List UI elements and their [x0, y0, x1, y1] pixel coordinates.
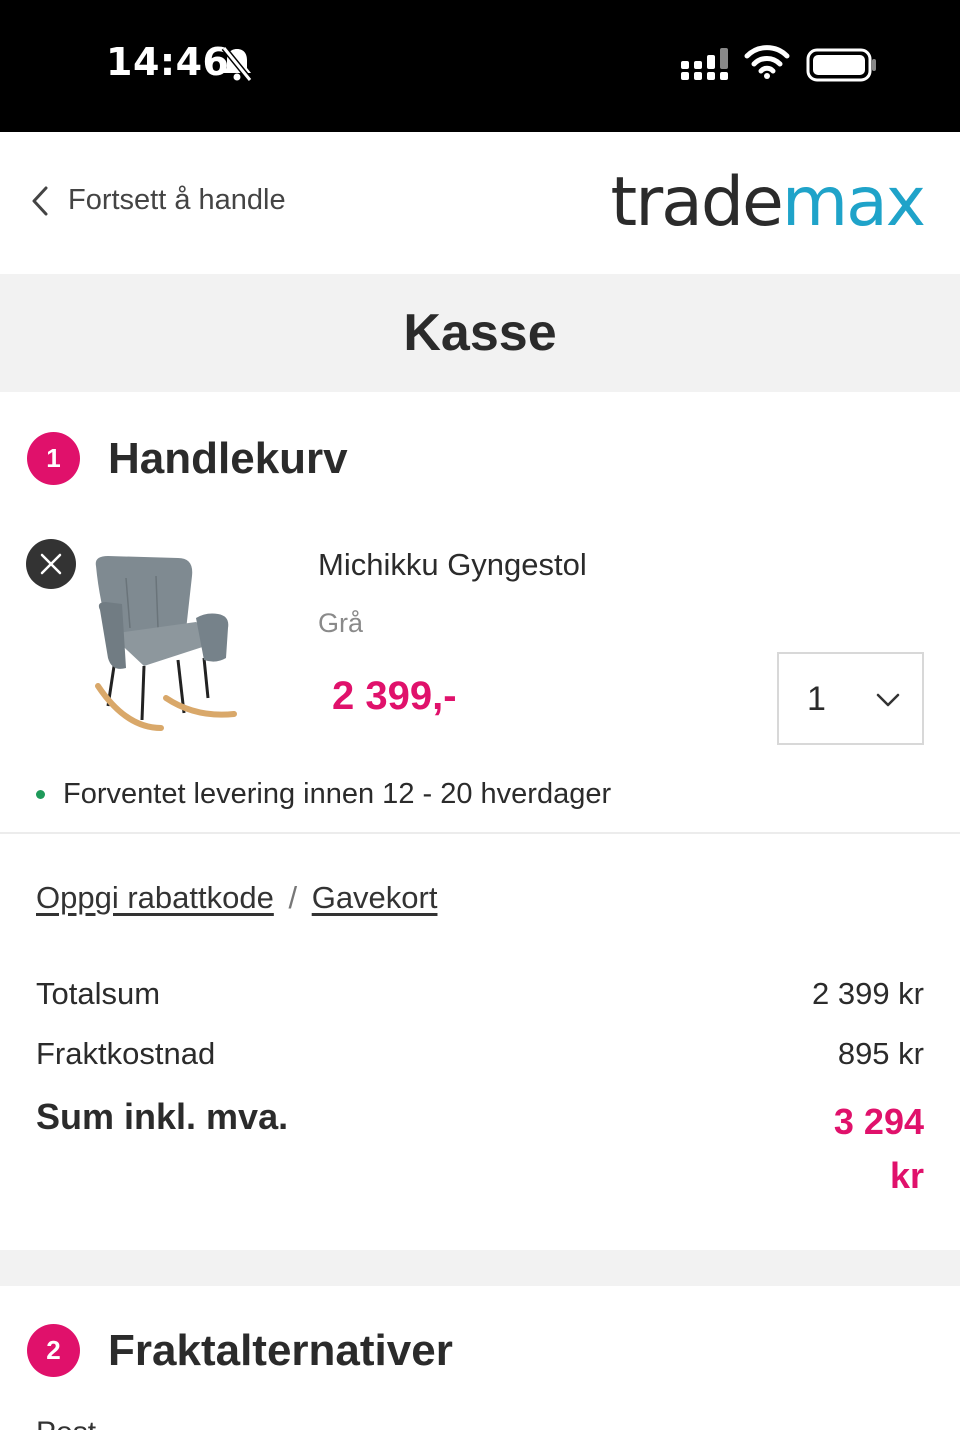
shipping-cost-label: Fraktkostnad [36, 1036, 216, 1071]
section-separator-band [0, 1250, 960, 1286]
cart-section-heading: 1 Handlekurv [27, 432, 348, 485]
step-badge: 2 [27, 1324, 80, 1377]
checkout-title-band: Kasse [0, 274, 960, 392]
product-image[interactable] [86, 548, 246, 733]
page-title: Kasse [403, 304, 557, 362]
link-separator: / [288, 880, 298, 915]
remove-item-button[interactable] [26, 539, 76, 589]
chevron-left-icon [32, 186, 48, 215]
signal-icon [681, 48, 728, 80]
discount-links: Oppgi rabattkode / Gavekort [36, 880, 437, 916]
shipping-heading: Fraktalternativer [108, 1325, 453, 1375]
shipping-section-heading: 2 Fraktalternativer [27, 1324, 453, 1377]
shipping-option-partial: Post [36, 1418, 96, 1430]
chevron-down-icon [876, 693, 900, 707]
delivery-status-dot [36, 790, 45, 799]
quantity-select[interactable]: 1 [777, 652, 924, 745]
quantity-value: 1 [807, 680, 826, 718]
step-badge: 1 [27, 432, 80, 485]
shipping-cost-value: 895 kr [837, 1036, 924, 1071]
status-time: 14:46 [106, 40, 230, 84]
status-bar: 14:46 [0, 0, 960, 132]
subtotal-value: 2 399 kr [811, 976, 924, 1011]
discount-code-link[interactable]: Oppgi rabattkode [36, 880, 274, 915]
total-incl-vat-value: 3 294 kr [833, 1101, 924, 1196]
header: Fortsett å handle trademax [0, 132, 960, 274]
divider [0, 832, 960, 834]
battery-icon [806, 48, 876, 82]
bell-muted-icon [221, 46, 253, 82]
delivery-estimate: Forventet levering innen 12 - 20 hverdag… [36, 778, 611, 811]
giftcard-link[interactable]: Gavekort [312, 880, 438, 915]
product-price: 2 399,- [332, 674, 457, 718]
cart-heading: Handlekurv [108, 433, 348, 483]
continue-shopping-label: Fortsett å handle [68, 184, 286, 216]
delivery-text: Forventet levering innen 12 - 20 hverdag… [63, 778, 612, 810]
subtotal-label: Totalsum [36, 976, 161, 1011]
continue-shopping-link[interactable]: Fortsett å handle [30, 184, 286, 217]
product-name[interactable]: Michikku Gyngestol [318, 547, 587, 583]
wifi-icon [744, 45, 790, 79]
product-variant: Grå [318, 608, 364, 638]
total-incl-vat-label: Sum inkl. mva. [36, 1096, 289, 1137]
trademax-logo[interactable]: trademax [611, 168, 926, 238]
close-icon [40, 553, 62, 575]
